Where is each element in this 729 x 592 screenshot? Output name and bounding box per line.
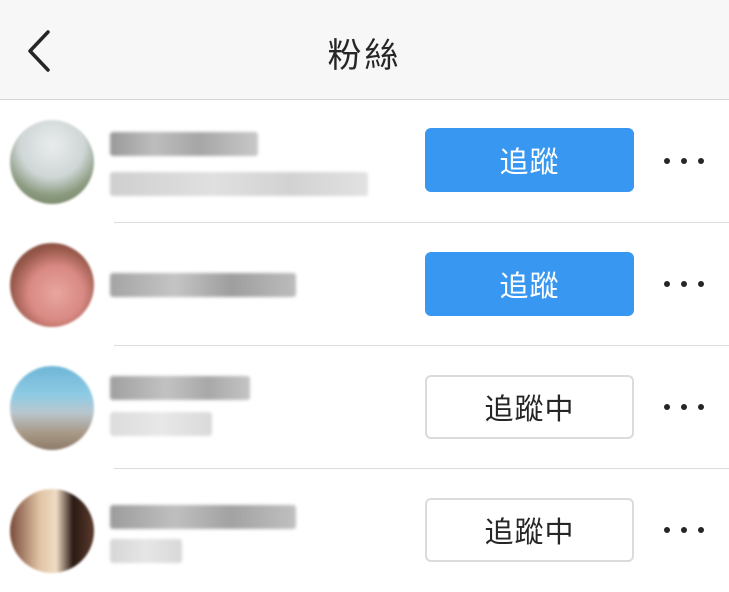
more-options-icon[interactable] <box>664 146 704 176</box>
username-redacted <box>110 376 250 400</box>
follow-button[interactable]: 追蹤 <box>425 252 634 316</box>
more-options-icon[interactable] <box>664 269 704 299</box>
more-options-icon[interactable] <box>664 515 704 545</box>
list-item[interactable]: 追蹤中 <box>0 469 729 592</box>
more-options-icon[interactable] <box>664 392 704 422</box>
list-item[interactable]: 追蹤中 <box>0 346 729 469</box>
username-redacted <box>110 505 296 529</box>
username-redacted <box>110 132 258 156</box>
fullname-redacted <box>110 412 212 436</box>
list-item[interactable]: 追蹤 <box>0 223 729 346</box>
fullname-redacted <box>110 172 368 196</box>
follow-button[interactable]: 追蹤 <box>425 128 634 192</box>
avatar[interactable] <box>10 120 94 204</box>
page-title: 粉絲 <box>327 36 402 76</box>
fullname-redacted <box>110 539 182 563</box>
app-header: 粉絲 <box>0 0 729 100</box>
following-button[interactable]: 追蹤中 <box>425 498 634 562</box>
list-item[interactable]: 追蹤 <box>0 100 729 223</box>
avatar[interactable] <box>10 366 94 450</box>
following-button[interactable]: 追蹤中 <box>425 375 634 439</box>
username-redacted <box>110 273 296 297</box>
avatar[interactable] <box>10 489 94 573</box>
avatar[interactable] <box>10 243 94 327</box>
